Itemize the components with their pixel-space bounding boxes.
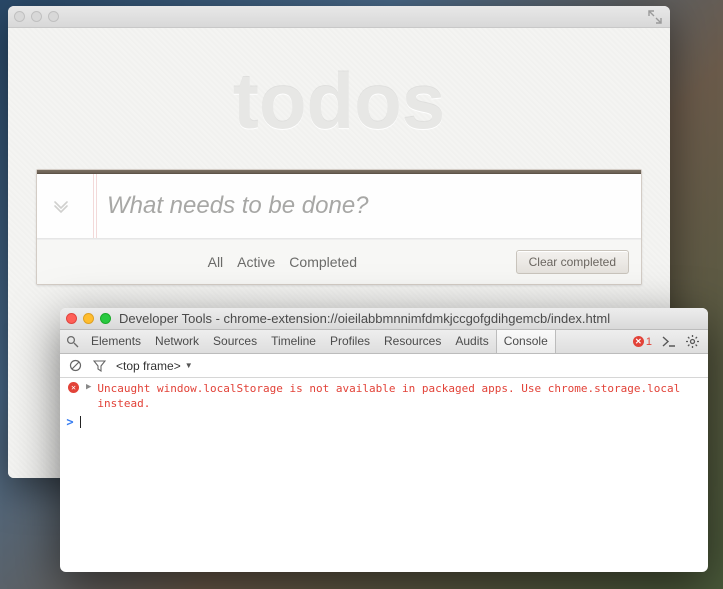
tab-elements[interactable]: Elements bbox=[84, 330, 148, 353]
devtools-window-title: Developer Tools - chrome-extension://oie… bbox=[119, 311, 702, 326]
toggle-all-icon[interactable] bbox=[37, 197, 85, 215]
window-controls bbox=[66, 313, 111, 324]
tab-console[interactable]: Console bbox=[496, 330, 556, 353]
settings-gear-icon[interactable] bbox=[684, 334, 700, 350]
tab-resources[interactable]: Resources bbox=[377, 330, 448, 353]
error-icon: ✕ bbox=[633, 336, 644, 347]
filter-completed[interactable]: Completed bbox=[289, 254, 357, 270]
tab-profiles[interactable]: Profiles bbox=[323, 330, 377, 353]
app-titlebar[interactable] bbox=[8, 6, 670, 28]
tab-network[interactable]: Network bbox=[148, 330, 206, 353]
error-count-badge[interactable]: ✕ 1 bbox=[633, 336, 652, 348]
tab-audits[interactable]: Audits bbox=[448, 330, 495, 353]
frame-selector[interactable]: <top frame> ▼ bbox=[116, 359, 193, 373]
devtools-tabbar: Elements Network Sources Timeline Profil… bbox=[60, 330, 708, 354]
zoom-button[interactable] bbox=[100, 313, 111, 324]
error-count: 1 bbox=[646, 336, 652, 348]
clear-completed-button[interactable]: Clear completed bbox=[516, 250, 629, 274]
todo-input-row bbox=[37, 174, 641, 239]
todo-card: All Active Completed Clear completed bbox=[36, 169, 642, 285]
filter-icon[interactable] bbox=[92, 359, 106, 373]
window-controls bbox=[14, 11, 59, 22]
minimize-button[interactable] bbox=[31, 11, 42, 22]
clear-console-icon[interactable] bbox=[68, 359, 82, 373]
close-button[interactable] bbox=[66, 313, 77, 324]
tab-sources[interactable]: Sources bbox=[206, 330, 264, 353]
devtools-window: Developer Tools - chrome-extension://oie… bbox=[60, 308, 708, 572]
console-error-row[interactable]: ✕ ▶ Uncaught window.localStorage is not … bbox=[60, 380, 708, 412]
app-title: todos bbox=[36, 28, 642, 169]
filter-active[interactable]: Active bbox=[237, 254, 275, 270]
prompt-icon: > bbox=[64, 415, 76, 429]
filter-all[interactable]: All bbox=[208, 254, 224, 270]
console-error-message: Uncaught window.localStorage is not avai… bbox=[97, 381, 700, 411]
console-input[interactable] bbox=[80, 414, 700, 429]
tab-timeline[interactable]: Timeline bbox=[264, 330, 323, 353]
minimize-button[interactable] bbox=[83, 313, 94, 324]
devtools-titlebar[interactable]: Developer Tools - chrome-extension://oie… bbox=[60, 308, 708, 330]
frame-selector-label: <top frame> bbox=[116, 359, 181, 373]
todo-footer: All Active Completed Clear completed bbox=[37, 239, 641, 284]
search-icon[interactable] bbox=[64, 335, 80, 348]
filter-group: All Active Completed bbox=[49, 254, 516, 270]
console-prompt-row[interactable]: > bbox=[60, 412, 708, 431]
drawer-toggle-icon[interactable] bbox=[660, 334, 676, 350]
zoom-button[interactable] bbox=[48, 11, 59, 22]
margin-rule bbox=[93, 174, 97, 238]
disclosure-triangle-icon[interactable]: ▶ bbox=[86, 382, 91, 392]
close-button[interactable] bbox=[14, 11, 25, 22]
fullscreen-icon[interactable] bbox=[648, 10, 662, 24]
error-icon: ✕ bbox=[68, 382, 80, 393]
chevron-down-icon: ▼ bbox=[185, 361, 193, 370]
console-output: ✕ ▶ Uncaught window.localStorage is not … bbox=[60, 378, 708, 433]
console-toolbar: <top frame> ▼ bbox=[60, 354, 708, 378]
new-todo-input[interactable] bbox=[85, 174, 641, 238]
